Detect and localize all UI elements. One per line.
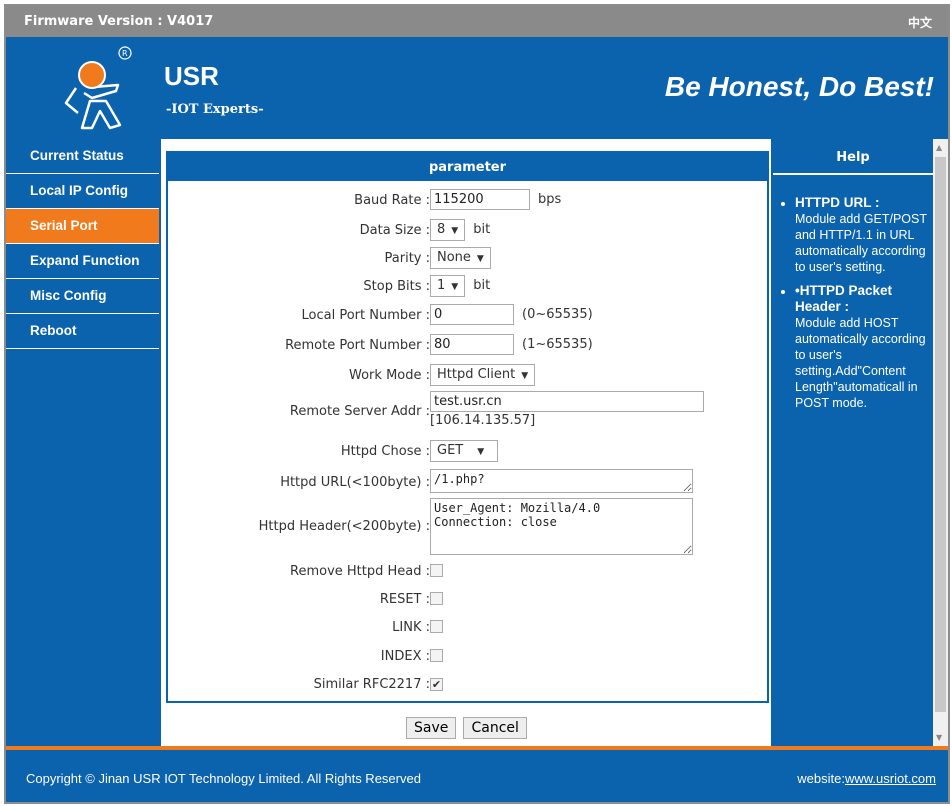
slogan: Be Honest, Do Best! (664, 71, 934, 102)
copyright: Copyright © Jinan USR IOT Technology Lim… (26, 771, 421, 786)
rfc2217-checkbox[interactable]: ✔ (430, 678, 443, 691)
language-switch[interactable]: 中文 (908, 14, 932, 31)
help-item: •HTTPD Packet Header :Module add HOST au… (795, 283, 929, 411)
help-item-title: •HTTPD Packet Header : (795, 283, 893, 314)
help-item: HTTPD URL : Module add GET/POST and HTTP/… (795, 195, 929, 275)
data-size-label: Data Size : (359, 223, 430, 238)
parity-select[interactable]: None ▼ (430, 247, 491, 269)
stop-bits-label: Stop Bits : (363, 279, 430, 294)
help-title: Help (773, 139, 933, 175)
help-panel: Help HTTPD URL : Module add GET/POST and … (773, 139, 933, 746)
data-size-unit: bit (473, 222, 491, 237)
checkmark-icon: ✔ (431, 678, 442, 691)
link-label: LINK : (392, 620, 430, 635)
rfc2217-label: Similar RFC2217 : (313, 677, 430, 692)
page-frame: Firmware Version : V4017 中文 R USR -IOT E… (4, 4, 950, 804)
remote-port-input[interactable] (430, 334, 514, 355)
main-panel: parameter Baud Rate : bps Data Size : 8▼… (161, 139, 771, 746)
local-port-range: (0~65535) (522, 307, 593, 322)
chevron-down-icon: ▼ (521, 371, 529, 381)
website-link[interactable]: www.usriot.com (845, 771, 936, 786)
work-mode-label: Work Mode : (349, 368, 430, 383)
sidebar-item-local-ip-config[interactable]: Local IP Config (6, 174, 159, 209)
baud-rate-input[interactable] (430, 189, 530, 210)
work-mode-value: Httpd Client (437, 367, 516, 382)
httpd-chose-label: Httpd Chose : (340, 444, 430, 459)
chevron-down-icon: ▼ (476, 254, 484, 264)
scrollbar[interactable]: ▲ ▼ (933, 139, 948, 746)
usr-logo-icon: R (64, 46, 132, 130)
sidebar-item-reboot[interactable]: Reboot (6, 314, 159, 349)
sidebar: Current Status Local IP Config Serial Po… (6, 139, 159, 349)
tagline: -IOT Experts- (166, 102, 264, 117)
svg-text:R: R (122, 49, 128, 58)
stop-bits-select[interactable]: 1 ▼ (430, 275, 466, 297)
httpd-header-input[interactable]: User_Agent: Mozilla/4.0 Connection: clos… (430, 498, 693, 555)
index-label: INDEX : (380, 649, 430, 664)
scroll-up-icon[interactable]: ▲ (936, 143, 942, 152)
help-item-text: Module add HOST automatically according … (795, 316, 926, 410)
cancel-button[interactable]: Cancel (463, 717, 527, 739)
chevron-down-icon: ▼ (451, 282, 459, 292)
remove-head-checkbox[interactable] (430, 564, 443, 577)
sidebar-item-current-status[interactable]: Current Status (6, 139, 159, 174)
sidebar-item-misc-config[interactable]: Misc Config (6, 279, 159, 314)
footer: Copyright © Jinan USR IOT Technology Lim… (6, 750, 948, 802)
httpd-method-value: GET (437, 443, 464, 458)
top-bar: Firmware Version : V4017 中文 (6, 6, 948, 37)
local-port-label: Local Port Number : (301, 308, 430, 323)
scroll-down-icon[interactable]: ▼ (936, 733, 942, 742)
baud-unit: bps (538, 192, 562, 207)
parity-label: Parity : (384, 251, 430, 266)
sidebar-item-serial-port[interactable]: Serial Port (6, 209, 159, 244)
link-checkbox[interactable] (430, 620, 443, 633)
httpd-url-input[interactable]: /1.php? (430, 469, 693, 493)
firmware-version: Firmware Version : V4017 (24, 14, 214, 29)
httpd-method-select[interactable]: GET ▼ (430, 440, 498, 462)
brand-name: USR (164, 61, 219, 91)
remote-server-input[interactable] (430, 391, 704, 412)
httpd-url-label: Httpd URL(<100byte) : (280, 475, 430, 490)
chevron-down-icon: ▼ (477, 447, 485, 457)
remove-head-label: Remove Httpd Head : (290, 564, 430, 579)
chevron-down-icon: ▼ (451, 226, 459, 236)
stop-bits-unit: bit (473, 278, 491, 293)
parameter-box: parameter Baud Rate : bps Data Size : 8▼… (166, 151, 769, 703)
data-size-value: 8 (437, 222, 446, 237)
index-checkbox[interactable] (430, 649, 443, 662)
save-button[interactable]: Save (406, 717, 457, 739)
remote-port-label: Remote Port Number : (285, 338, 430, 353)
parameter-title: parameter (168, 153, 767, 181)
sidebar-item-expand-function[interactable]: Expand Function (6, 244, 159, 279)
remote-server-label: Remote Server Addr : (289, 404, 430, 419)
header: R USR -IOT Experts- Be Honest, Do Best! (6, 39, 948, 137)
website-label: website: (797, 771, 845, 786)
remote-port-range: (1~65535) (522, 337, 593, 352)
help-item-title: HTTPD URL : (795, 195, 880, 210)
local-port-input[interactable] (430, 304, 514, 325)
data-size-select[interactable]: 8 ▼ (430, 219, 466, 241)
parity-value: None (437, 250, 471, 265)
stop-bits-value: 1 (437, 278, 446, 293)
scrollbar-thumb[interactable] (935, 157, 946, 712)
reset-checkbox[interactable] (430, 592, 443, 605)
baud-rate-label: Baud Rate : (354, 193, 430, 208)
work-mode-select[interactable]: Httpd Client ▼ (430, 364, 536, 386)
help-item-text: Module add GET/POST and HTTP/1.1 in URL … (795, 212, 927, 274)
reset-label: RESET : (379, 592, 430, 607)
httpd-header-label: Httpd Header(<200byte) : (258, 519, 430, 534)
resolved-ip: [106.14.135.57] (430, 413, 536, 428)
